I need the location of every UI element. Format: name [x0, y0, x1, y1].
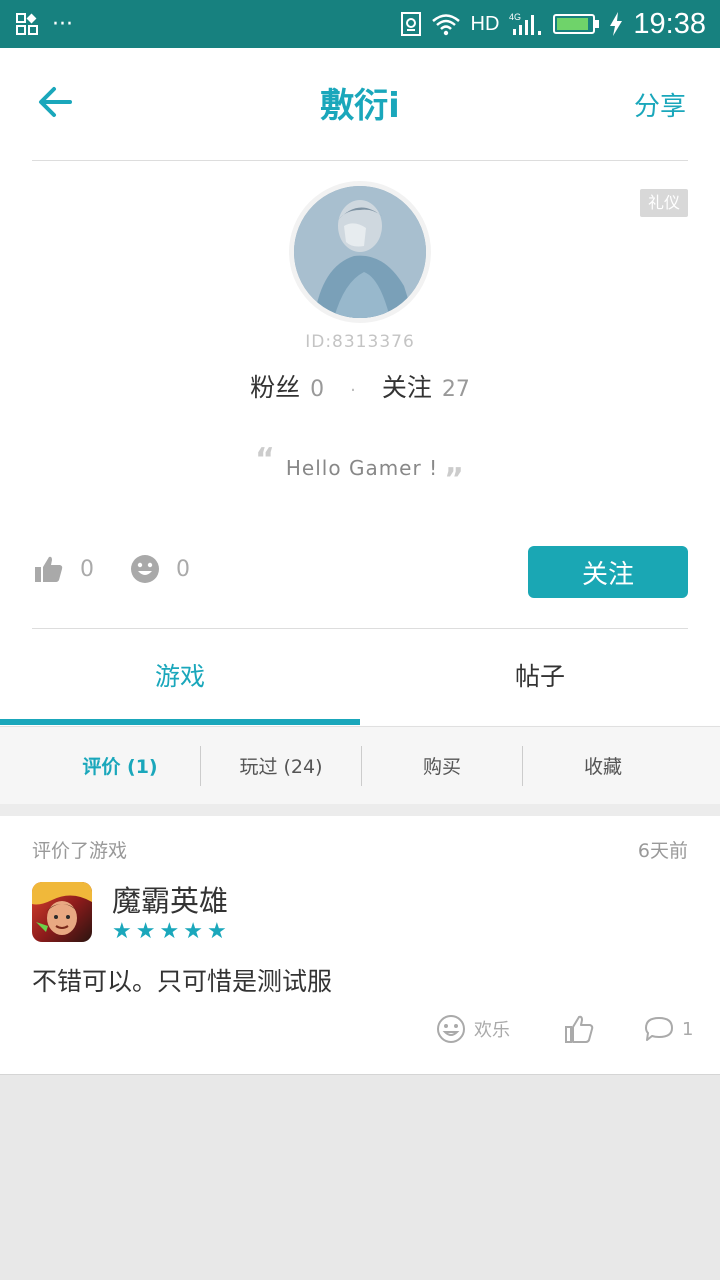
subtab-played[interactable]: 玩过 (24)	[201, 752, 361, 779]
share-button[interactable]: 分享	[634, 86, 686, 123]
main-tabs: 游戏 帖子	[0, 629, 720, 725]
subtab-favorites[interactable]: 收藏	[523, 752, 683, 779]
happy-count: 0	[176, 556, 190, 582]
game-name[interactable]: 魔霸英雄	[112, 878, 228, 920]
tab-games[interactable]: 游戏	[0, 629, 360, 725]
like-button[interactable]	[564, 1014, 594, 1044]
review-time: 6天前	[637, 840, 688, 862]
subtab-purchased[interactable]: 购买	[362, 752, 522, 779]
user-id: ID:8313376	[305, 332, 415, 352]
smiley-outline-icon	[437, 1015, 465, 1043]
user-badge: 礼仪	[640, 189, 688, 217]
star-icon: ★	[183, 919, 203, 944]
likes-stat[interactable]: 0	[34, 554, 94, 584]
tab-posts[interactable]: 帖子	[360, 629, 720, 725]
wifi-icon	[431, 14, 460, 36]
review-card[interactable]: 评价了游戏 6天前 魔霸英雄 ★ ★ ★ ★ ★ 不错可以。只可惜是测试服 欢乐…	[0, 816, 720, 1074]
review-actions: 欢乐 1	[0, 1014, 720, 1050]
status-bar: ··· HD 4G 19:38	[0, 0, 720, 48]
main-content: 敷衍i 分享 礼仪 ID:8313376 粉丝 0 · 关注 27 “ Hello G…	[0, 48, 720, 1074]
clock: 19:38	[633, 7, 706, 40]
fun-button[interactable]: 欢乐	[436, 1014, 510, 1044]
open-quote-icon: “	[255, 442, 276, 477]
apps-icon	[16, 13, 38, 35]
likes-count: 0	[80, 556, 94, 582]
star-icon: ★	[135, 919, 156, 944]
star-icon: ★	[112, 919, 132, 944]
review-text: 不错可以。只可惜是测试服	[32, 967, 333, 996]
game-icon[interactable]	[32, 882, 92, 942]
fun-label: 欢乐	[474, 1020, 510, 1041]
following-link[interactable]: 关注 27	[382, 373, 470, 402]
signal-icon: 4G	[509, 12, 542, 35]
review-action: 评价了游戏	[32, 840, 128, 862]
fans-link[interactable]: 粉丝 0	[250, 373, 324, 402]
follow-stats: 粉丝 0 · 关注 27	[0, 368, 720, 404]
rating-stars: ★ ★ ★ ★ ★	[112, 920, 227, 944]
following-count: 27	[441, 377, 470, 402]
network-type: HD	[470, 12, 500, 35]
header-divider	[32, 160, 688, 161]
stats-separator: ·	[350, 380, 356, 401]
comment-count: 1	[682, 1018, 694, 1040]
thumbs-up-outline-icon	[565, 1015, 594, 1043]
profile-reactions: 0 0	[34, 554, 226, 584]
subtab-reviews[interactable]: 评价 (1)	[40, 752, 200, 779]
smiley-icon	[131, 555, 159, 583]
sim-icon	[400, 12, 421, 36]
comment-icon	[645, 1017, 673, 1041]
svg-text:4G: 4G	[509, 12, 521, 22]
fans-label: 粉丝	[250, 373, 301, 402]
comment-button[interactable]: 1	[644, 1014, 693, 1044]
thumbs-up-icon	[35, 556, 63, 582]
status-right: HD 4G 19:38	[400, 7, 706, 41]
content-bottom-divider	[0, 1074, 720, 1075]
battery-icon	[553, 14, 600, 34]
star-icon: ★	[206, 919, 227, 944]
following-label: 关注	[381, 373, 432, 402]
fans-count: 0	[310, 377, 325, 402]
section-gap	[0, 804, 720, 816]
follow-button[interactable]: 关注	[528, 546, 688, 598]
signature: “ Hello Gamer !”	[0, 442, 720, 497]
signature-text: Hello Gamer !	[285, 456, 439, 480]
status-left: ···	[16, 12, 73, 37]
battery-fill	[557, 18, 589, 30]
more-icon: ···	[52, 11, 73, 37]
happy-stat[interactable]: 0	[130, 554, 190, 584]
avatar-image	[294, 186, 426, 318]
avatar[interactable]	[289, 181, 431, 323]
charging-icon	[610, 12, 623, 36]
sub-tabs: 评价 (1) 玩过 (24) 购买 收藏	[0, 726, 720, 804]
header: 敷衍i 分享	[0, 48, 720, 160]
star-icon: ★	[159, 919, 180, 944]
page-title: 敷衍i	[320, 86, 400, 126]
close-quote-icon: ”	[444, 462, 465, 497]
